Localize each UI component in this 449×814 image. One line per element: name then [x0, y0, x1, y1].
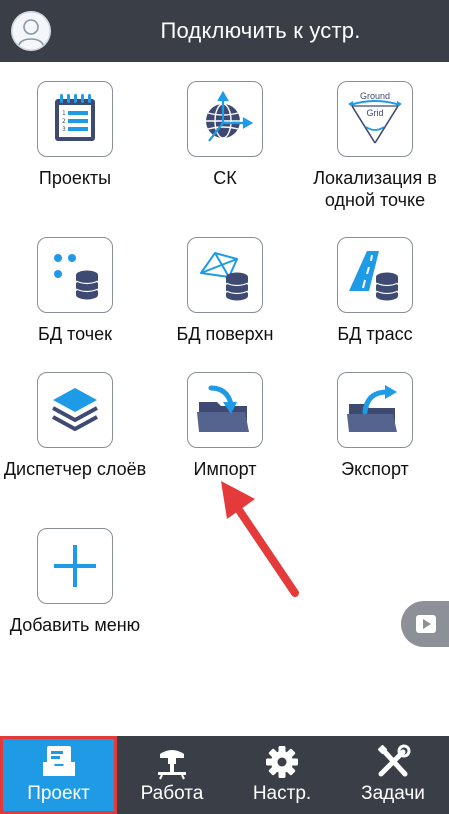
svg-text:2: 2 [62, 118, 66, 125]
tile-layer-manager[interactable]: Диспетчер слоёв [0, 372, 150, 480]
gnss-receiver-icon [158, 750, 186, 780]
nav-project[interactable]: Проект [0, 736, 117, 814]
nav-tasks[interactable]: Задачи [337, 736, 449, 814]
user-avatar-icon[interactable] [11, 11, 51, 51]
import-icon [187, 372, 263, 448]
coordinate-system-icon [187, 81, 263, 157]
tile-surface-db[interactable]: БД поверхн [150, 237, 300, 345]
tile-road-db[interactable]: БД трасс [300, 237, 449, 345]
tools-icon [377, 744, 411, 777]
tile-coordinate-system[interactable]: СК [150, 81, 300, 189]
plus-icon [37, 528, 113, 604]
nav-work[interactable]: Работа [117, 736, 227, 814]
tile-projects[interactable]: 123 Проекты [0, 81, 150, 189]
connect-device-title[interactable]: Подключить к устр. [72, 0, 449, 62]
grid-label: Grid [366, 108, 383, 118]
projects-icon: 123 [37, 81, 113, 157]
export-icon [337, 372, 413, 448]
road-db-icon [337, 237, 413, 313]
svg-text:3: 3 [62, 126, 66, 133]
ground-label: Ground [360, 91, 390, 101]
layers-icon [37, 372, 113, 448]
tile-points-db[interactable]: БД точек [0, 237, 150, 345]
nav-settings[interactable]: Настр. [227, 736, 337, 814]
app-header: Подключить к устр. [0, 0, 449, 62]
play-video-icon [416, 615, 436, 633]
tile-export[interactable]: Экспорт [300, 372, 449, 480]
svg-text:1: 1 [62, 110, 66, 117]
points-db-icon [37, 237, 113, 313]
bottom-navigation: Проект Работа Настр. Задачи [0, 736, 449, 814]
tile-add-menu[interactable]: Добавить меню [0, 528, 150, 636]
tile-import[interactable]: Импорт [150, 372, 300, 480]
localization-icon: Ground Grid [337, 81, 413, 157]
tile-localization[interactable]: Ground Grid Локализация в одной точке [300, 81, 449, 211]
red-annotation-arrow-icon [221, 481, 299, 597]
gear-icon [266, 746, 298, 778]
project-tray-icon [42, 746, 75, 776]
surface-db-icon [187, 237, 263, 313]
floating-video-button[interactable] [401, 601, 449, 647]
